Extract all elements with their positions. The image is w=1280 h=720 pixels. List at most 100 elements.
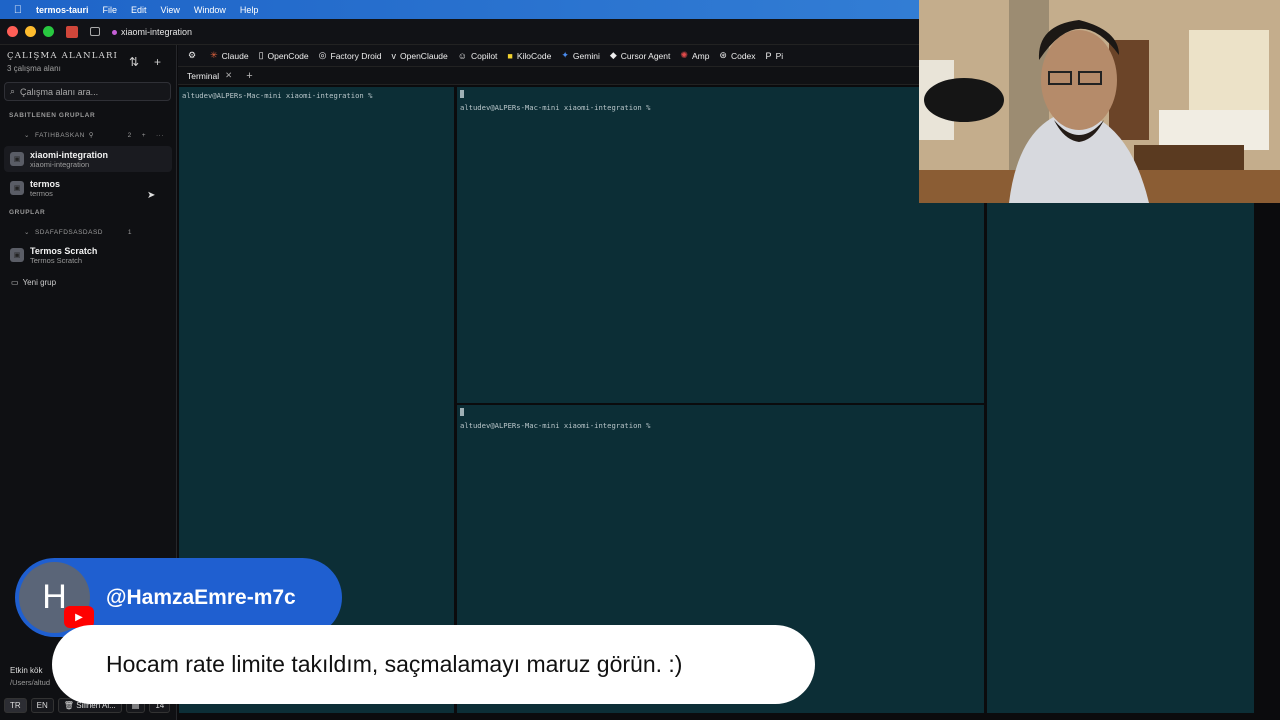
tab-label: Terminal bbox=[187, 70, 220, 81]
groups-label: GRUPLAR bbox=[9, 209, 46, 216]
agent-bar: ⚙ ✳ Claude ▯ OpenCode ◎ Factory Droid v Open… bbox=[178, 45, 920, 67]
pinned-group-name: FATIHBASKAN bbox=[34, 131, 85, 139]
sort-icon[interactable]: ⇅ bbox=[129, 55, 139, 69]
sidebar-toggle-icon[interactable] bbox=[90, 27, 100, 36]
more-icon[interactable]: ··· bbox=[156, 132, 164, 139]
pinned-group-count: 2 bbox=[127, 131, 132, 139]
pinned-group-header[interactable]: ⌄ FATIHBASKAN ⚲ 2 + ··· bbox=[24, 131, 164, 140]
cursor-icon: ◆ bbox=[609, 50, 617, 60]
terminal-cursor bbox=[460, 90, 464, 98]
agent-claude[interactable]: ✳ Claude bbox=[210, 50, 248, 61]
app-logo-icon bbox=[66, 25, 78, 38]
webcam-overlay bbox=[919, 0, 1280, 203]
group-add-icon[interactable]: + bbox=[142, 132, 146, 139]
tab-bar: Terminal ✕ + bbox=[178, 67, 920, 85]
close-tab-icon[interactable]: ✕ bbox=[225, 70, 232, 81]
agent-label: KiloCode bbox=[516, 50, 552, 61]
workspace-item-xiaomi[interactable]: ▣ xiaomi-integration xiaomi-integration bbox=[4, 146, 172, 172]
active-root-label: Etkin kök bbox=[10, 666, 43, 675]
window-title-text: xiaomi-integration bbox=[121, 26, 193, 37]
lang-en-button[interactable]: EN bbox=[30, 697, 54, 713]
menu-file[interactable]: File bbox=[103, 5, 118, 15]
agent-opencode[interactable]: ▯ OpenCode bbox=[259, 50, 309, 61]
menu-window[interactable]: Window bbox=[194, 5, 226, 15]
agent-label: Amp bbox=[691, 50, 710, 61]
new-tab-button[interactable]: + bbox=[246, 70, 252, 82]
new-group-label: Yeni grup bbox=[22, 278, 57, 287]
search-placeholder: Çalışma alanı ara... bbox=[20, 86, 99, 97]
agent-codex[interactable]: ⊛ Codex bbox=[719, 50, 755, 61]
agent-factory-droid[interactable]: ◎ Factory Droid bbox=[319, 50, 382, 61]
agent-label: Cursor Agent bbox=[620, 50, 671, 61]
agent-label: Pi bbox=[775, 50, 784, 61]
lang-tr-button[interactable]: TR bbox=[4, 697, 27, 713]
amp-icon: ✺ bbox=[680, 50, 688, 60]
agent-cursor[interactable]: ◆ Cursor Agent bbox=[610, 50, 671, 61]
pin-icon: ⚲ bbox=[88, 132, 95, 139]
apple-icon[interactable]:  bbox=[0, 4, 36, 16]
workspace-search[interactable]: ⌕ Çalışma alanı ara... bbox=[4, 82, 171, 101]
workspace-icon: ▣ bbox=[10, 181, 24, 195]
add-workspace-button[interactable]: + bbox=[154, 55, 161, 69]
agent-amp[interactable]: ✺ Amp bbox=[680, 50, 709, 61]
workspace-item-scratch[interactable]: ▣ Termos Scratch Termos Scratch bbox=[4, 242, 172, 268]
agent-copilot[interactable]: ☺ Copilot bbox=[458, 51, 498, 61]
opencode-icon: ▯ bbox=[258, 50, 264, 60]
workspace-title: termos bbox=[30, 178, 61, 189]
workspace-dot-icon bbox=[112, 29, 117, 35]
chevron-down-icon: ⌄ bbox=[24, 132, 30, 139]
agent-label: OpenCode bbox=[267, 50, 309, 61]
workspace-subtitle: Termos Scratch bbox=[30, 255, 83, 265]
commenter-handle: @HamzaEmre-m7c bbox=[106, 586, 296, 609]
agent-label: Claude bbox=[221, 50, 249, 61]
workspace-count: 3 çalışma alanı bbox=[7, 64, 61, 73]
agent-pi[interactable]: P Pi bbox=[766, 51, 784, 61]
settings-icon[interactable]: ⚙ bbox=[188, 50, 200, 61]
workspace-title: xiaomi-integration bbox=[30, 149, 109, 160]
chevron-down-icon: ⌄ bbox=[24, 229, 30, 236]
agent-openclaude[interactable]: v OpenClaude bbox=[392, 51, 448, 61]
terminal-pane-right[interactable] bbox=[987, 203, 1254, 713]
minimize-window-button[interactable] bbox=[25, 26, 36, 37]
agent-kilocode[interactable]: ■ KiloCode bbox=[507, 51, 551, 61]
webcam-image bbox=[919, 0, 1280, 203]
menu-view[interactable]: View bbox=[161, 5, 180, 15]
agent-gemini[interactable]: ✦ Gemini bbox=[561, 50, 599, 61]
copilot-icon: ☺ bbox=[457, 50, 467, 61]
menu-edit[interactable]: Edit bbox=[131, 5, 147, 15]
new-group-button[interactable]: ▭ Yeni grup bbox=[11, 278, 56, 287]
tab-terminal[interactable]: Terminal ✕ bbox=[187, 70, 232, 81]
terminal-pane-top[interactable]: altudev@ALPERs-Mac-mini xiaomi-integrati… bbox=[457, 87, 984, 403]
pinned-groups-label: SABITLENEN GRUPLAR bbox=[9, 112, 96, 119]
workspace-subtitle: xiaomi-integration bbox=[30, 159, 90, 169]
agent-label: OpenClaude bbox=[400, 50, 448, 61]
zoom-window-button[interactable] bbox=[43, 26, 54, 37]
droid-icon: ◎ bbox=[318, 50, 327, 60]
claude-icon: ✳ bbox=[210, 50, 218, 60]
agent-label: Gemini bbox=[572, 50, 600, 61]
workspace-icon: ▣ bbox=[10, 152, 24, 166]
mouse-cursor-icon: ➤ bbox=[147, 190, 156, 201]
menu-help[interactable]: Help bbox=[240, 5, 259, 15]
terminal-cursor bbox=[460, 408, 464, 416]
terminal-prompt: altudev@ALPERs-Mac-mini xiaomi-integrati… bbox=[460, 103, 651, 112]
close-window-button[interactable] bbox=[7, 26, 18, 37]
workspace-title: Termos Scratch bbox=[30, 245, 98, 256]
comment-bubble: Hocam rate limite takıldım, saçmalamayı … bbox=[52, 625, 815, 704]
pi-icon: P bbox=[765, 50, 772, 61]
agent-label: Codex bbox=[730, 50, 756, 61]
window-title: xiaomi-integration bbox=[112, 27, 192, 37]
agent-label: Factory Droid bbox=[330, 50, 382, 61]
agent-label: Copilot bbox=[470, 50, 498, 61]
title-bar: xiaomi-integration bbox=[0, 19, 920, 45]
terminal-prompt: altudev@ALPERs-Mac-mini xiaomi-integrati… bbox=[182, 91, 373, 100]
workspace-icon: ▣ bbox=[10, 248, 24, 262]
trash-icon: 🗑 bbox=[63, 700, 74, 710]
folder-icon: ▭ bbox=[11, 278, 19, 287]
search-icon: ⌕ bbox=[10, 86, 16, 96]
menu-app-name[interactable]: termos-tauri bbox=[36, 5, 89, 15]
active-root-path: /Users/altud bbox=[10, 678, 51, 687]
kilocode-icon: ■ bbox=[507, 50, 513, 61]
workspace-subtitle: termos bbox=[30, 188, 53, 198]
group-header[interactable]: ⌄ SDAFAFDSASDASD 1 bbox=[24, 228, 164, 237]
